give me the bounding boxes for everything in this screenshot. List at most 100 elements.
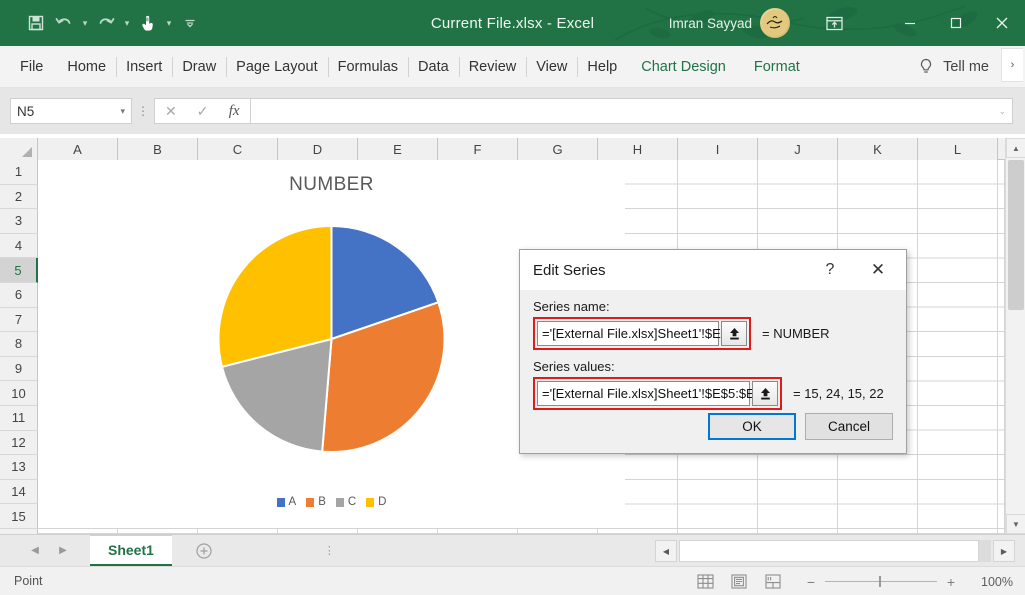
sheet-bar-splitter[interactable]: ⋮ xyxy=(324,545,335,556)
row-header-2[interactable]: 2 xyxy=(0,184,38,210)
undo-icon[interactable] xyxy=(50,9,78,37)
row-header-7[interactable]: 7 xyxy=(0,307,38,333)
series-values-input[interactable]: ='[External File.xlsx]Shee t1'!$E$5:$E$8 xyxy=(537,381,769,406)
column-header-E[interactable]: E xyxy=(358,138,438,160)
tab-insert[interactable]: Insert xyxy=(116,46,172,88)
account-area[interactable]: Imran Sayyad xyxy=(669,0,790,46)
tab-chart-design[interactable]: Chart Design xyxy=(627,46,740,88)
sheet-prev-icon[interactable]: ◀ xyxy=(22,538,48,564)
help-icon[interactable]: ? xyxy=(816,250,844,290)
legend-item-c[interactable]: C xyxy=(335,496,356,508)
tab-page-layout[interactable]: Page Layout xyxy=(226,46,327,88)
series-name-collapse-dialog-icon[interactable] xyxy=(721,321,747,346)
ribbon-display-options-icon[interactable] xyxy=(821,12,847,34)
scroll-down-icon[interactable]: ▼ xyxy=(1006,514,1025,534)
series-name-input[interactable]: ='[External File.xlsx]Sheet1'!$E$4 xyxy=(537,321,735,346)
redo-icon[interactable] xyxy=(92,9,120,37)
vertical-scrollbar[interactable]: ▲ ▼ xyxy=(1005,138,1025,534)
tab-data[interactable]: Data xyxy=(408,46,459,88)
horizontal-scroll-track[interactable] xyxy=(679,540,991,562)
save-icon[interactable] xyxy=(22,9,50,37)
scroll-up-icon[interactable]: ▲ xyxy=(1006,138,1025,158)
touch-mode-icon[interactable] xyxy=(134,9,162,37)
column-header-H[interactable]: H xyxy=(598,138,678,160)
zoom-slider[interactable] xyxy=(825,576,937,587)
ribbon-expand-icon[interactable]: › xyxy=(1001,48,1023,82)
page-layout-view-icon[interactable] xyxy=(729,573,749,591)
zoom-out-button[interactable]: − xyxy=(805,574,817,590)
cancel-formula-icon[interactable]: ✕ xyxy=(157,103,185,120)
tab-file[interactable]: File xyxy=(0,46,57,88)
select-all-button[interactable] xyxy=(0,138,38,160)
normal-view-icon[interactable] xyxy=(695,573,715,591)
name-box-dropdown-icon[interactable]: ▾ xyxy=(120,106,125,117)
hscroll-left-icon[interactable]: ◀ xyxy=(655,540,677,562)
row-header-9[interactable]: 9 xyxy=(0,356,38,382)
legend-item-a[interactable]: A xyxy=(276,496,296,508)
row-header-6[interactable]: 6 xyxy=(0,282,38,308)
formula-bar-expand-icon[interactable]: ⌄ xyxy=(998,106,1006,117)
tab-formulas[interactable]: Formulas xyxy=(327,46,408,88)
ok-button[interactable]: OK xyxy=(708,413,796,440)
column-header-K[interactable]: K xyxy=(838,138,918,160)
series-values-collapse-dialog-icon[interactable] xyxy=(752,381,778,406)
zoom-in-button[interactable]: + xyxy=(945,574,957,590)
close-icon[interactable] xyxy=(979,0,1025,46)
row-header-11[interactable]: 11 xyxy=(0,405,38,431)
column-header-L[interactable]: L xyxy=(918,138,998,160)
enter-formula-icon[interactable]: ✓ xyxy=(188,103,216,120)
cancel-button[interactable]: Cancel xyxy=(805,413,893,440)
touch-mode-dropdown-icon[interactable]: ▾ xyxy=(162,9,176,37)
customize-quick-access-icon[interactable] xyxy=(176,9,204,37)
page-break-preview-icon[interactable] xyxy=(763,573,783,591)
row-header-15[interactable]: 15 xyxy=(0,504,38,529)
sheet-tab-sheet1[interactable]: Sheet1 xyxy=(90,535,172,566)
row-header-8[interactable]: 8 xyxy=(0,332,38,357)
sheet-next-icon[interactable]: ▶ xyxy=(50,538,76,564)
tab-draw[interactable]: Draw xyxy=(172,46,226,88)
row-header-12[interactable]: 12 xyxy=(0,430,38,456)
column-header-A[interactable]: A xyxy=(38,138,118,160)
hscroll-right-icon[interactable]: ▶ xyxy=(993,540,1015,562)
dialog-close-icon[interactable]: ✕ xyxy=(856,250,900,290)
column-header-B[interactable]: B xyxy=(118,138,198,160)
column-header-G[interactable]: G xyxy=(518,138,598,160)
zoom-slider-knob[interactable] xyxy=(879,576,881,587)
row-header-3[interactable]: 3 xyxy=(0,209,38,234)
formula-input[interactable]: ⌄ xyxy=(250,98,1013,124)
tell-me-box[interactable]: Tell me xyxy=(918,46,989,88)
row-header-1[interactable]: 1 xyxy=(0,160,38,185)
minimize-icon[interactable] xyxy=(887,0,933,46)
legend-item-d[interactable]: D xyxy=(366,496,386,508)
tab-review[interactable]: Review xyxy=(458,46,527,88)
row-header-10[interactable]: 10 xyxy=(0,381,38,406)
column-header-D[interactable]: D xyxy=(278,138,358,160)
zoom-level[interactable]: 100% xyxy=(971,575,1013,589)
row-header-13[interactable]: 13 xyxy=(0,455,38,480)
insert-function-icon[interactable]: fx xyxy=(220,103,248,120)
row-header-4[interactable]: 4 xyxy=(0,233,38,259)
horizontal-scrollbar[interactable]: ◀ ▶ xyxy=(655,539,1015,563)
tab-format[interactable]: Format xyxy=(740,46,814,88)
tab-view[interactable]: View xyxy=(526,46,577,88)
column-header-F[interactable]: F xyxy=(438,138,518,160)
undo-dropdown-icon[interactable]: ▾ xyxy=(78,9,92,37)
sheet-tab-bar: ◀ ▶ Sheet1 ⋮ ◀ ▶ xyxy=(0,534,1025,566)
avatar[interactable] xyxy=(760,8,790,38)
vertical-scroll-thumb[interactable] xyxy=(1008,160,1024,310)
maximize-icon[interactable] xyxy=(933,0,979,46)
status-bar-right: − + 100% xyxy=(695,567,1013,595)
legend-swatch-c xyxy=(335,497,344,507)
add-sheet-icon[interactable] xyxy=(194,541,214,561)
horizontal-scroll-thumb[interactable] xyxy=(679,540,979,562)
column-header-J[interactable]: J xyxy=(758,138,838,160)
name-box[interactable]: N5 ▾ xyxy=(10,98,132,124)
column-header-C[interactable]: C xyxy=(198,138,278,160)
tab-help[interactable]: Help xyxy=(577,46,627,88)
legend-item-b[interactable]: B xyxy=(306,496,326,508)
redo-dropdown-icon[interactable]: ▾ xyxy=(120,9,134,37)
row-header-5[interactable]: 5 xyxy=(0,258,38,283)
column-header-I[interactable]: I xyxy=(678,138,758,160)
row-header-14[interactable]: 14 xyxy=(0,479,38,505)
tab-home[interactable]: Home xyxy=(57,46,116,88)
